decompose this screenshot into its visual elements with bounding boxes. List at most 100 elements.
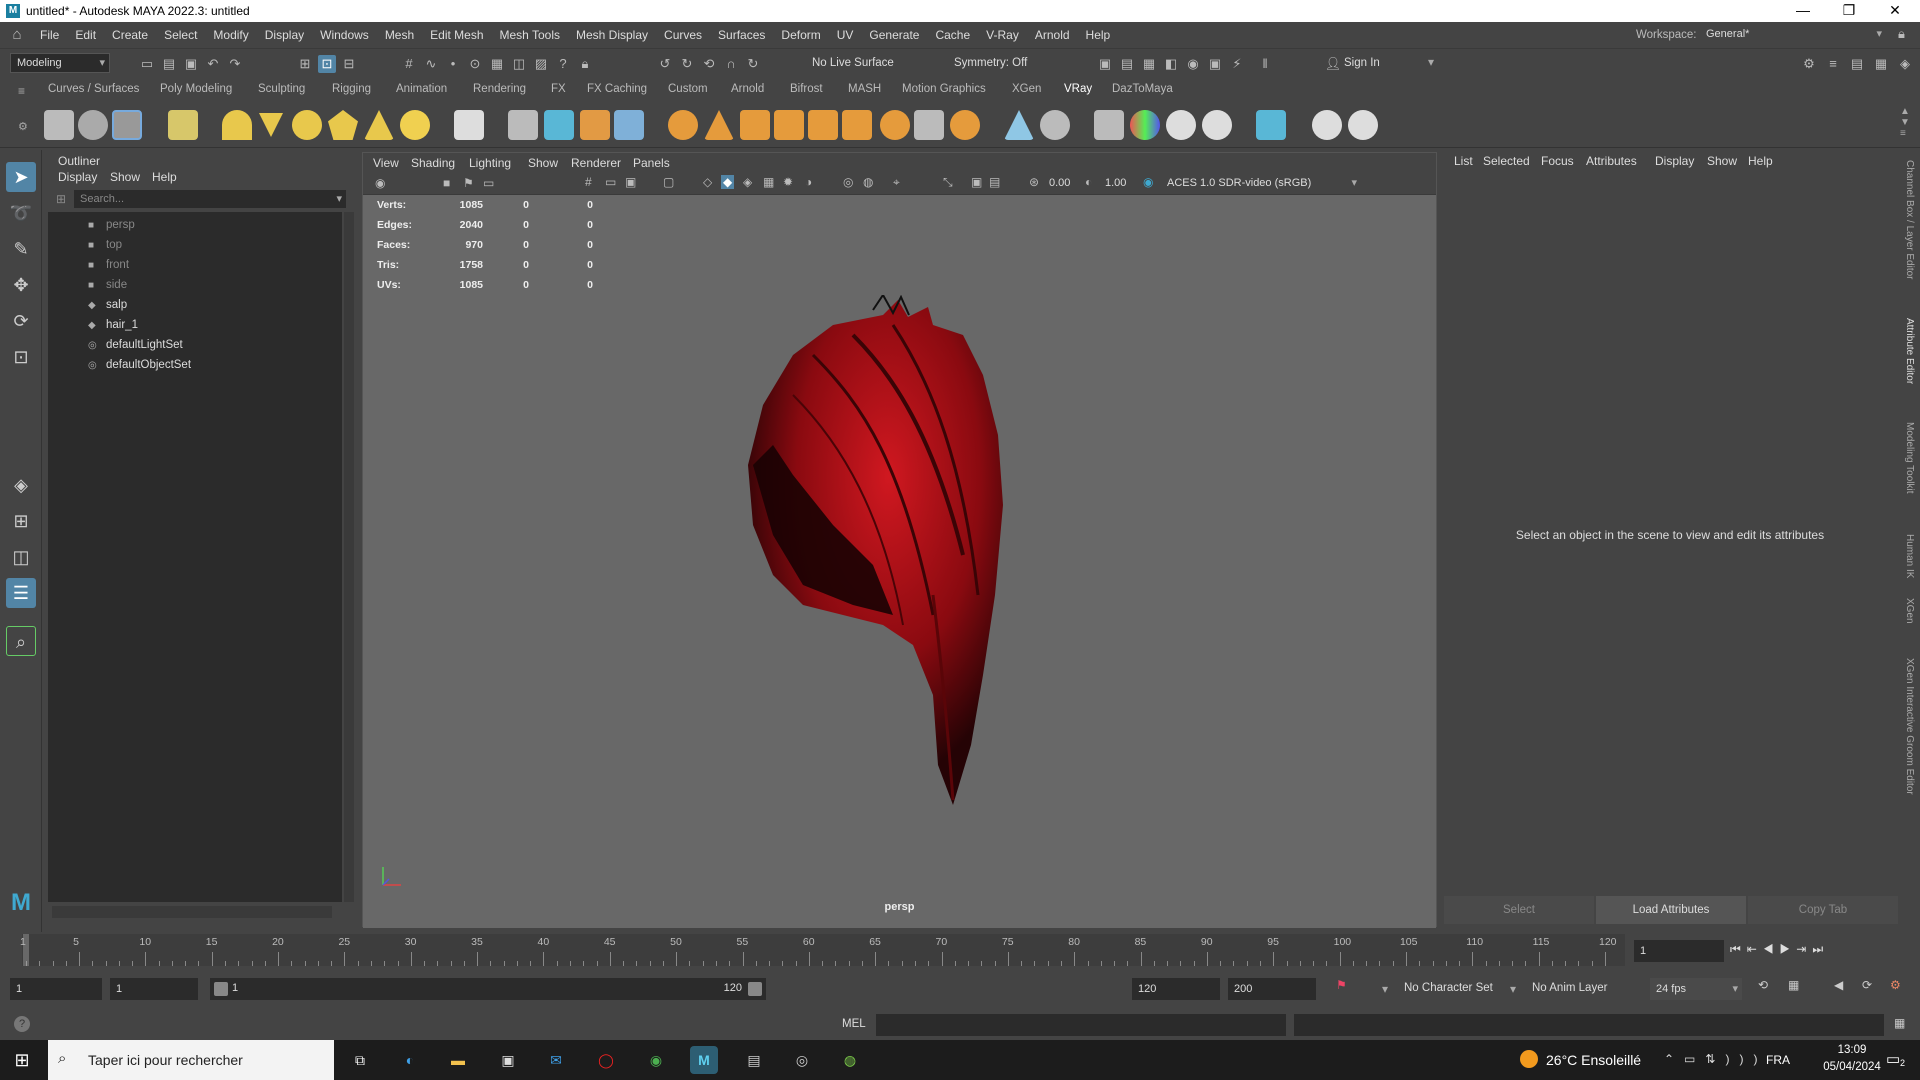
smooth-shade-icon[interactable]: ◆ — [721, 175, 735, 189]
chevron-down-icon[interactable]: ▾ — [1428, 55, 1434, 69]
vray-mesh-light-icon[interactable] — [328, 110, 358, 140]
outliner-vertical-scrollbar[interactable] — [344, 212, 354, 902]
vray-tiles-icon[interactable] — [1256, 110, 1286, 140]
timeline-ruler[interactable]: 1 5 10 15 20 25 30 35 40 45 50 55 60 65 70 75 80 85 90 95 10… — [20, 934, 1625, 966]
store-icon[interactable]: ▣ — [494, 1046, 522, 1074]
modeling-toolkit-icon[interactable]: ⚙ — [1800, 55, 1818, 73]
range-start-handle[interactable] — [214, 982, 228, 996]
workspace-dropdown[interactable]: General* ▾ — [1700, 25, 1886, 45]
menu-modify[interactable]: Modify — [205, 22, 256, 48]
input-ops-icon[interactable]: ↺ — [656, 55, 674, 73]
vray-light-lister-icon[interactable] — [1094, 110, 1124, 140]
vray-proxy-icon[interactable] — [508, 110, 538, 140]
select-hierarchy-icon[interactable]: ⊞ — [296, 55, 314, 73]
shelf-tab-mash[interactable]: MASH — [848, 83, 881, 95]
hair-mesh-render[interactable] — [733, 295, 1063, 815]
render-settings-icon[interactable]: ▦ — [1140, 55, 1158, 73]
rotate-view-icon[interactable]: ↻ — [744, 55, 762, 73]
key-icon[interactable]: ▦ — [1788, 978, 1799, 992]
vray-sphere-light-icon[interactable] — [292, 110, 322, 140]
tool-settings-icon[interactable]: ▤ — [1848, 55, 1866, 73]
color-management-icon[interactable]: ◉ — [1143, 175, 1153, 189]
menu-mesh[interactable]: Mesh — [377, 22, 422, 48]
lasso-tool-icon[interactable]: ➰ — [6, 198, 36, 228]
vray-dome-light-icon[interactable] — [222, 110, 252, 140]
side-tab-modeling-toolkit[interactable]: Modeling Toolkit — [1904, 422, 1915, 494]
vray-settings-icon[interactable] — [168, 110, 198, 140]
menu-windows[interactable]: Windows — [312, 22, 377, 48]
viewport-menu-shading[interactable]: Shading — [411, 156, 455, 170]
viewport-menu-view[interactable]: View — [373, 156, 399, 170]
animation-end-field[interactable]: 200 — [1228, 978, 1316, 1000]
vray-material-icon[interactable] — [668, 110, 698, 140]
vray-frame-buffer-icon[interactable] — [112, 110, 142, 140]
outliner-item-hair-1[interactable]: ◆ hair_1 — [88, 316, 138, 334]
live-surface-label[interactable]: No Live Surface — [812, 57, 894, 69]
attr-select-button[interactable]: Select — [1444, 896, 1594, 924]
snap-curve-icon[interactable]: ∿ — [422, 55, 440, 73]
playback-settings-icon[interactable]: ⟳ — [1862, 978, 1872, 992]
attr-menu-attributes[interactable]: Attributes — [1586, 154, 1637, 168]
snap-grid-icon[interactable]: # — [400, 55, 418, 73]
notification-icon[interactable]: ▭ — [1886, 1050, 1900, 1068]
lock-selection-icon[interactable]: 🔒︎ — [576, 55, 594, 73]
lock-icon[interactable]: 🔒︎ — [1898, 26, 1905, 42]
menu-mesh-tools[interactable]: Mesh Tools — [492, 22, 568, 48]
script-language-label[interactable]: MEL — [842, 1018, 866, 1030]
redo-icon[interactable]: ↷ — [226, 55, 244, 73]
move-tool-icon[interactable]: ✥ — [6, 270, 36, 300]
attr-menu-focus[interactable]: Focus — [1541, 154, 1574, 168]
safe-action-icon[interactable]: ▢ — [663, 175, 674, 189]
filter-icon[interactable]: ⊞ — [56, 192, 66, 206]
outliner-item-side[interactable]: ■ side — [88, 276, 127, 294]
vray-clipper-icon[interactable] — [808, 110, 838, 140]
open-scene-icon[interactable]: ▤ — [160, 55, 178, 73]
weather-label[interactable]: 26°C Ensoleillé — [1546, 1052, 1641, 1068]
camera-icon[interactable]: ■ — [443, 176, 450, 190]
outliner-layout-icon[interactable]: ☰ — [6, 578, 36, 608]
app-globe-icon[interactable]: ◍ — [836, 1046, 864, 1074]
symmetry-label[interactable]: Symmetry: Off — [954, 57, 1027, 69]
grease-pencil-icon[interactable]: ⤡ — [943, 175, 953, 190]
maximize-button[interactable]: ❐ — [1826, 0, 1872, 22]
attr-menu-list[interactable]: List — [1454, 154, 1473, 168]
construction-icon[interactable]: ⟲ — [700, 55, 718, 73]
vray-toon-icon[interactable] — [842, 110, 872, 140]
snap-view-plane-icon[interactable]: ▦ — [488, 55, 506, 73]
snap-projected-center-icon[interactable]: ⊙ — [466, 55, 484, 73]
shelf-tab-rigging[interactable]: Rigging — [332, 83, 371, 95]
shelf-tab-rendering[interactable]: Rendering — [473, 83, 526, 95]
copy-tab-button[interactable]: Copy Tab — [1748, 896, 1898, 924]
save-scene-icon[interactable]: ▣ — [182, 55, 200, 73]
attr-menu-display[interactable]: Display — [1655, 154, 1694, 168]
shelf-tab-bifrost[interactable]: Bifrost — [790, 83, 823, 95]
vray-render-elements-icon[interactable] — [914, 110, 944, 140]
pause-icon[interactable]: ‖ — [1256, 55, 1274, 73]
language-label[interactable]: FRA — [1766, 1053, 1790, 1067]
xray-joints-icon[interactable]: ◍ — [863, 175, 873, 189]
wireframe-on-shaded-icon[interactable]: ◈ — [743, 175, 752, 189]
outliner-menu-show[interactable]: Show — [110, 170, 140, 184]
vray-scene-icon[interactable] — [614, 110, 644, 140]
shelf-menu-icon[interactable]: ≡ — [18, 84, 25, 98]
current-time-marker[interactable] — [23, 934, 29, 966]
attr-menu-selected[interactable]: Selected — [1483, 154, 1530, 168]
maya-taskbar-icon[interactable]: M — [690, 1046, 718, 1074]
outliner-item-default-light-set[interactable]: ◎ defaultLightSet — [88, 336, 183, 354]
playback-start-field[interactable]: 1 — [110, 978, 198, 1000]
undo-icon[interactable]: ↶ — [204, 55, 222, 73]
output-ops-icon[interactable]: ↻ — [678, 55, 696, 73]
side-tab-xgen-groom[interactable]: XGen Interactive Groom Editor — [1904, 658, 1915, 795]
viewport-menu-renderer[interactable]: Renderer — [571, 156, 621, 170]
viewport-scene[interactable]: Verts: 1085 0 0 Edges: 2040 0 0 Faces: 970 0 0 Tris:… — [363, 195, 1436, 928]
shelf-tab-fx-caching[interactable]: FX Caching — [587, 83, 647, 95]
vray-export-proxy-icon[interactable] — [544, 110, 574, 140]
make-live-icon[interactable]: ◫ — [510, 55, 528, 73]
script-editor-icon[interactable]: ▦ — [1894, 1016, 1905, 1030]
exposure-value[interactable]: 0.00 — [1049, 177, 1070, 189]
anim-layer-icon[interactable]: ▾ — [1510, 982, 1516, 996]
magnet-icon[interactable]: ∩ — [722, 55, 740, 73]
current-frame-field[interactable]: 1 — [1634, 940, 1724, 962]
render-view-icon[interactable]: ▨ — [532, 55, 550, 73]
menu-create[interactable]: Create — [104, 22, 156, 48]
